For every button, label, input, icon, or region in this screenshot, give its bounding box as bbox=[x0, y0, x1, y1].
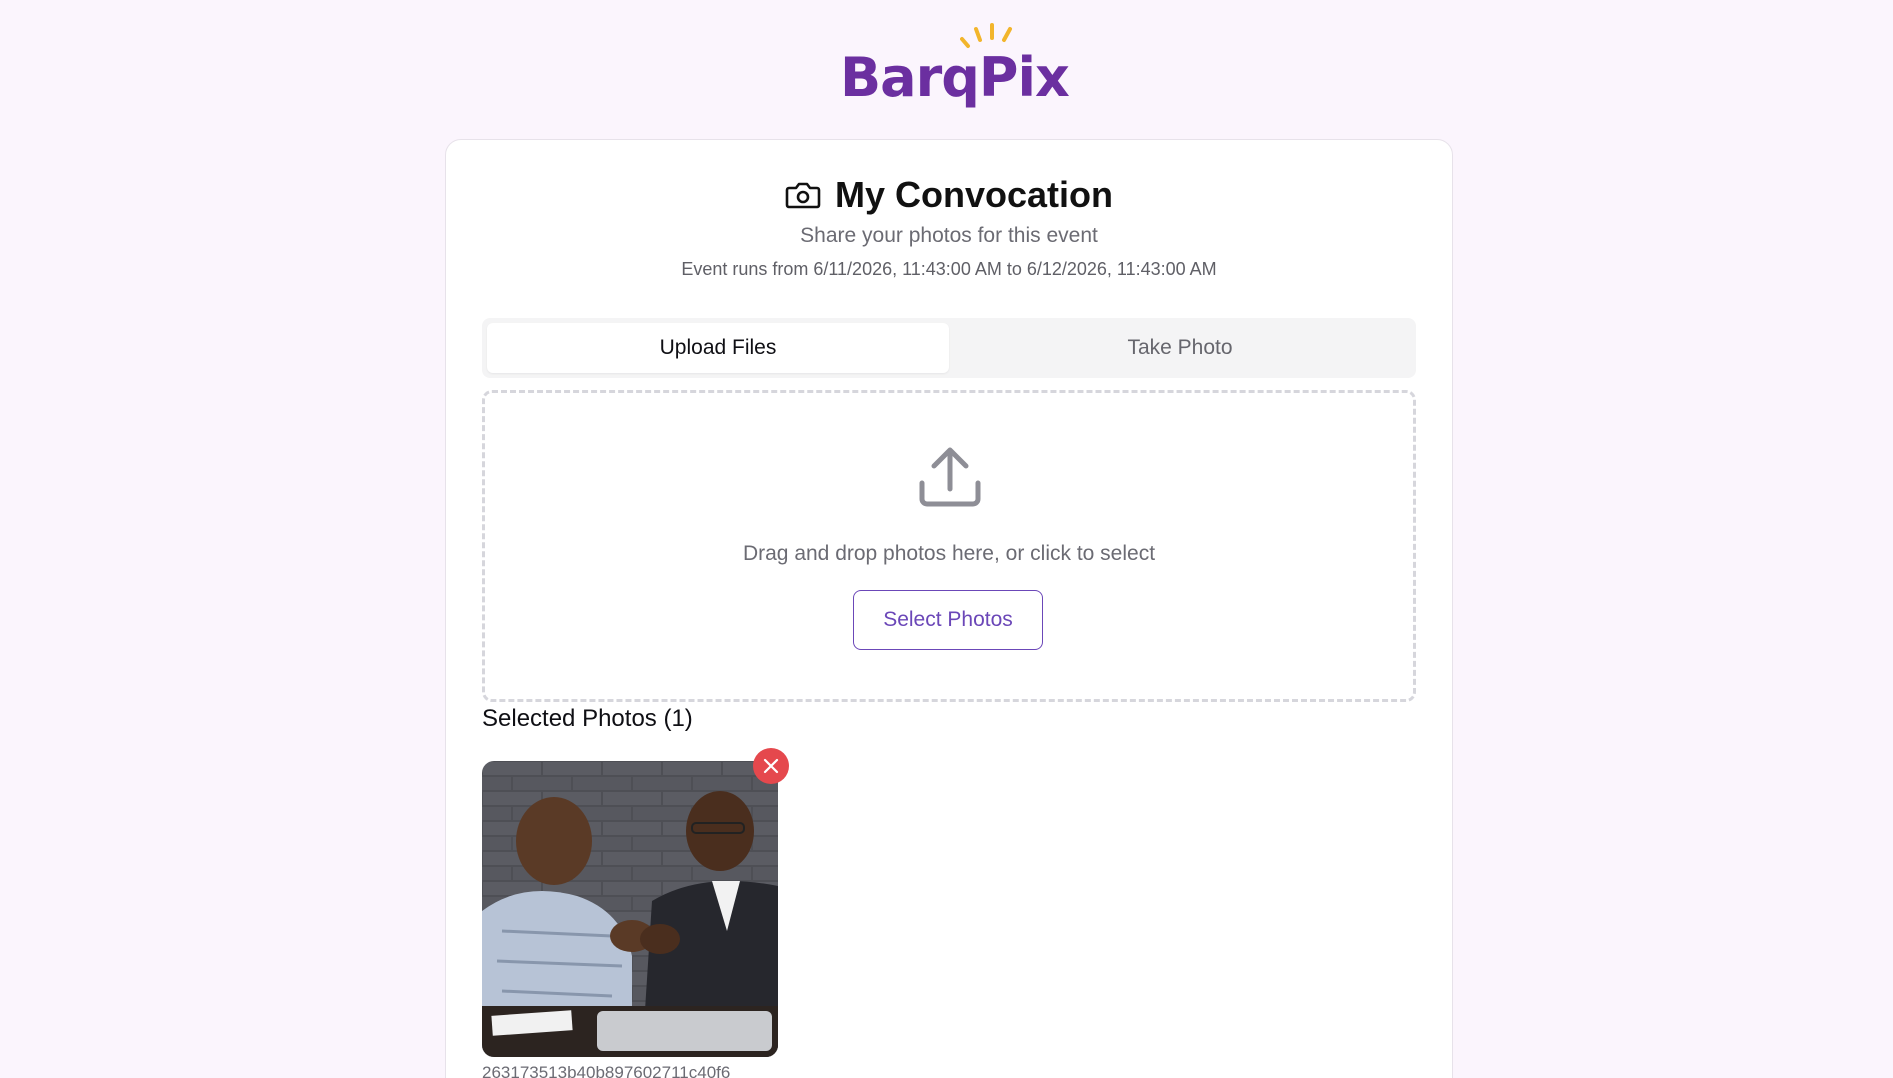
photo-preview-image bbox=[482, 761, 778, 1057]
remove-photo-button[interactable] bbox=[753, 748, 789, 784]
camera-icon bbox=[785, 182, 821, 209]
upload-mode-tabs: Upload Files Take Photo bbox=[482, 318, 1416, 378]
select-photos-button[interactable]: Select Photos bbox=[853, 590, 1043, 650]
event-header: My Convocation bbox=[446, 174, 1452, 216]
brand-name: BarqPix bbox=[840, 46, 1070, 109]
selected-photos-heading: Selected Photos (1) bbox=[482, 705, 693, 732]
photo-thumbnail[interactable] bbox=[482, 761, 778, 1057]
dropzone-instructions: Drag and drop photos here, or click to s… bbox=[742, 542, 1156, 565]
upload-card: My Convocation Share your photos for thi… bbox=[445, 139, 1453, 1078]
event-title: My Convocation bbox=[834, 174, 1113, 215]
brand-logo: BarqPix bbox=[840, 22, 1070, 112]
event-subtitle: Share your photos for this event bbox=[800, 224, 1098, 247]
tab-upload-files[interactable]: Upload Files bbox=[487, 323, 949, 373]
upload-icon bbox=[919, 447, 981, 507]
close-icon bbox=[763, 758, 779, 774]
tab-take-photo[interactable]: Take Photo bbox=[949, 323, 1411, 373]
photo-dropzone[interactable]: Drag and drop photos here, or click to s… bbox=[482, 390, 1416, 702]
photo-filename: 263173513b40b897602711c40f6 bbox=[482, 1063, 731, 1078]
event-schedule: Event runs from 6/11/2026, 11:43:00 AM t… bbox=[681, 259, 1217, 279]
